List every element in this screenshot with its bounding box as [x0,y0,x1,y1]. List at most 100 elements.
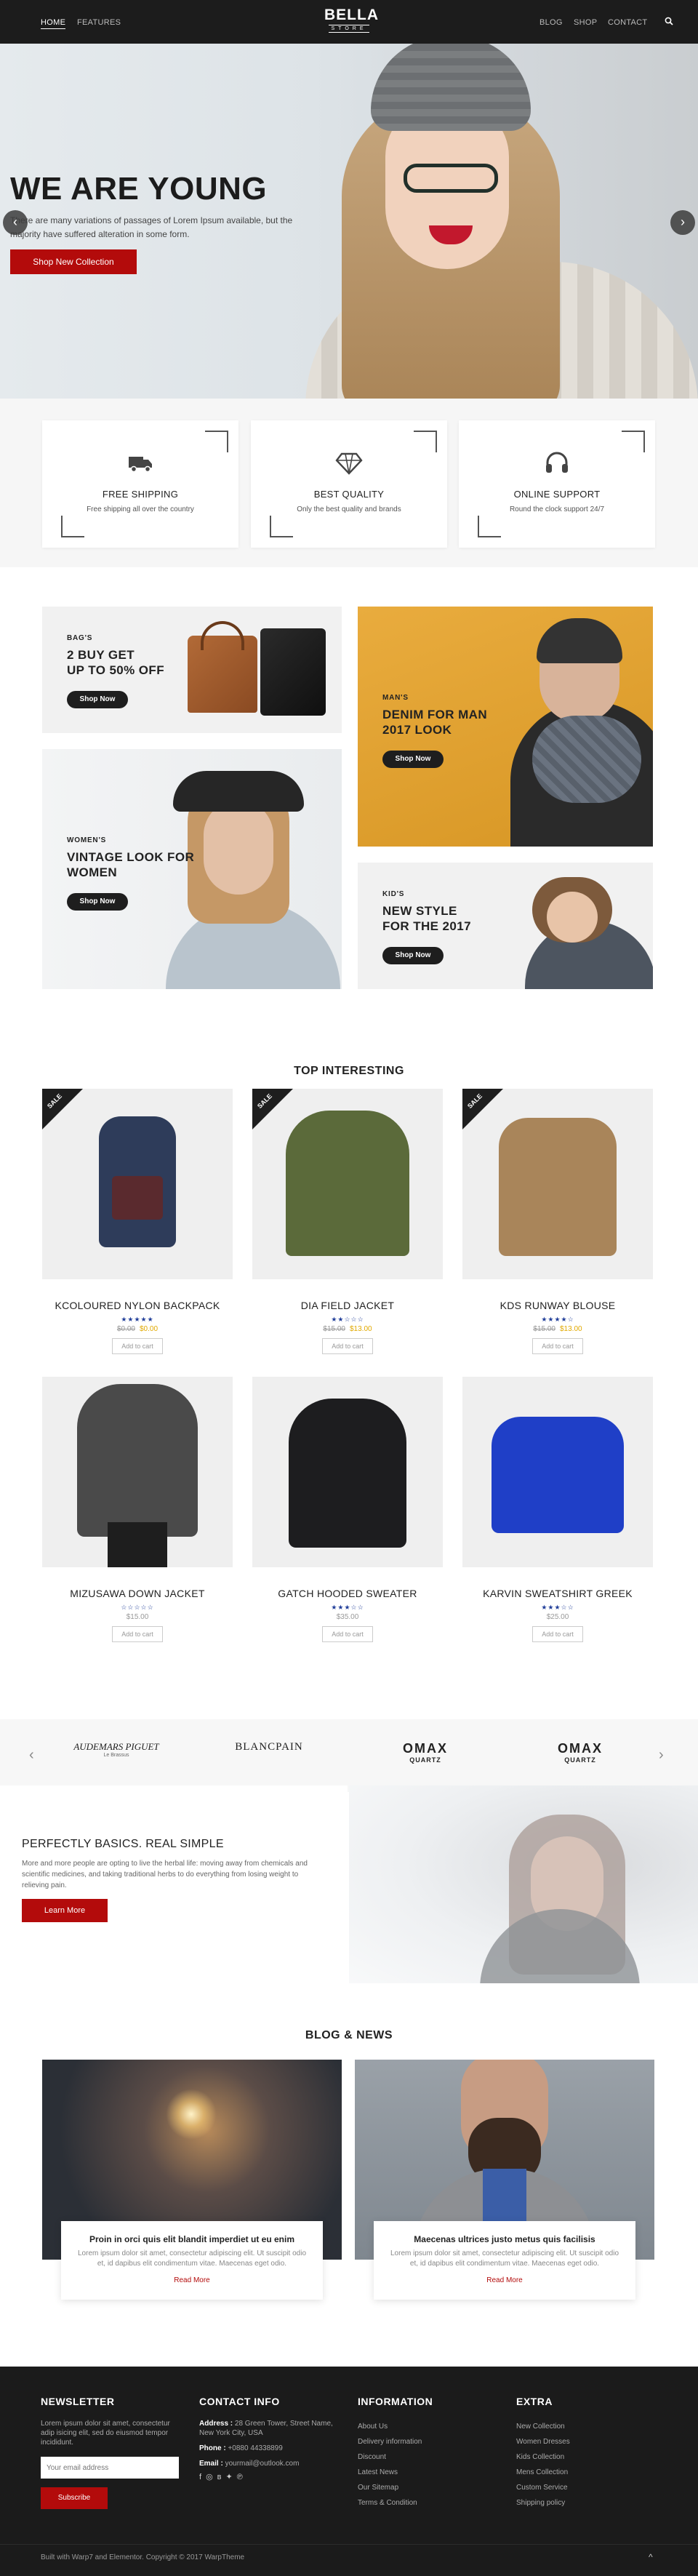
banner-kids[interactable]: KID'S NEW STYLE FOR THE 2017 Shop Now [358,863,653,989]
footer-link[interactable]: Delivery information [358,2434,422,2449]
product-price: $35.00 [252,1613,443,1621]
blog-post[interactable]: Proin in orci quis elit blandit imperdie… [42,2060,342,2300]
old-price: $15.00 [533,1325,555,1333]
newsletter-text: Lorem ipsum dolor sit amet, consectetur … [41,2420,170,2447]
truck-icon [129,457,152,473]
corner-decoration [622,431,645,452]
add-to-cart-button[interactable]: Add to cart [322,1338,373,1354]
product-name[interactable]: MIZUSAWA DOWN JACKET [42,1588,233,1599]
footer-link[interactable]: Our Sitemap [358,2480,422,2495]
twitter-icon[interactable]: ✦ [226,2473,237,2481]
footer-link[interactable]: Discount [358,2449,422,2465]
brand-logo[interactable]: OMAX QUARTZ [382,1741,469,1764]
shop-now-button[interactable]: Shop Now [382,751,444,768]
blog-post-card: Proin in orci quis elit blandit imperdie… [61,2221,323,2300]
footer-link[interactable]: New Collection [516,2419,570,2434]
product-price: $25.00 [462,1613,653,1621]
star-rating-icon: ★★☆☆☆ [331,1316,364,1323]
banner-bags[interactable]: BAG'S 2 BUY GET UP TO 50% OFF Shop Now [42,607,342,733]
contact-info: Address : 28 Green Tower, Street Name, N… [199,2419,345,2482]
about-text: More and more people are opting to live … [22,1860,308,1889]
footer-link[interactable]: Women Dresses [516,2434,570,2449]
regular-price: $15.00 [126,1613,149,1621]
add-to-cart-button[interactable]: Add to cart [532,1338,583,1354]
slider-next-arrow-icon[interactable]: › [670,210,695,235]
sale-badge [42,1089,83,1129]
instagram-icon[interactable]: ◎ [206,2473,217,2481]
women-hat [173,771,304,812]
about-title: PERFECTLY BASICS. REAL SIMPLE [22,1838,224,1850]
read-more-link[interactable]: Read More [374,2276,635,2284]
add-to-cart-button[interactable]: Add to cart [532,1626,583,1642]
product-name[interactable]: KDS RUNWAY BLOUSE [462,1300,653,1311]
email-value[interactable]: yourmail@outlook.com [225,2460,300,2468]
product-image[interactable] [252,1377,443,1567]
nav-features[interactable]: FEATURES [77,18,121,27]
footer-link[interactable]: About Us [358,2419,422,2434]
product-name[interactable]: DIA FIELD JACKET [252,1300,443,1311]
banner-subtitle: BAG'S [67,634,93,642]
blog-post-title[interactable]: Maecenas ultrices justo metus quis facil… [374,2234,635,2244]
banner-women[interactable]: WOMEN'S VINTAGE LOOK FOR WOMEN Shop Now [42,749,342,989]
newsletter-email-input[interactable] [41,2457,179,2479]
product-name[interactable]: KCOLOURED NYLON BACKPACK [42,1300,233,1311]
shop-new-collection-button[interactable]: Shop New Collection [10,249,137,274]
feature-best-quality: BEST QUALITY Only the best quality and b… [251,420,447,548]
blog-post-excerpt: Lorem ipsum dolor sit amet, consectetur … [390,2249,619,2268]
man-beanie [537,618,622,663]
banner-man[interactable]: MAN'S DENIM FOR MAN 2017 LOOK Shop Now [358,607,653,847]
nav-home[interactable]: HOME [41,18,66,29]
pinterest-icon[interactable]: ℗ [237,2473,247,2481]
footer-link[interactable]: Latest News [358,2465,422,2480]
newsletter-title: NEWSLETTER [41,2396,115,2407]
brand-logo[interactable]: BLANCPAIN [225,1741,313,1753]
logo-main: BELLA [324,7,379,23]
footer-link[interactable]: Shipping policy [516,2495,570,2511]
add-to-cart-button[interactable]: Add to cart [112,1626,163,1642]
behance-icon[interactable]: ʙ [217,2473,226,2481]
shop-now-button[interactable]: Shop Now [382,947,444,964]
shop-now-button[interactable]: Shop Now [67,893,128,911]
address-label: Address : [199,2420,233,2428]
blog-post-title[interactable]: Proin in orci quis elit blandit imperdie… [61,2234,323,2244]
women-face [204,800,273,895]
footer-link[interactable]: Mens Collection [516,2465,570,2480]
sale-price: $0.00 [140,1325,159,1333]
sale-price: $13.00 [560,1325,582,1333]
search-icon[interactable] [665,16,673,29]
logo[interactable]: BELLA STORE [324,7,379,33]
add-to-cart-button[interactable]: Add to cart [322,1626,373,1642]
product-image[interactable] [42,1377,233,1567]
extra-title: EXTRA [516,2396,553,2407]
nav-contact[interactable]: CONTACT [608,18,647,27]
product-price: $15.00 $13.00 [252,1325,443,1333]
nav-blog[interactable]: BLOG [539,18,563,27]
add-to-cart-button[interactable]: Add to cart [112,1338,163,1354]
nav-shop[interactable]: SHOP [574,18,597,27]
product-name[interactable]: KARVIN SWEATSHIRT GREEK [462,1588,653,1599]
blog-post[interactable]: Maecenas ultrices justo metus quis facil… [355,2060,654,2300]
brand-name: BLANCPAIN [235,1741,303,1753]
footer-link[interactable]: Custom Service [516,2480,570,2495]
footer-link[interactable]: Kids Collection [516,2449,570,2465]
subscribe-button[interactable]: Subscribe [41,2487,108,2509]
brands-next-arrow-icon[interactable]: › [659,1747,664,1764]
learn-more-button[interactable]: Learn More [22,1899,108,1922]
star-rating-icon: ★★★☆☆ [541,1604,574,1611]
brand-logo[interactable]: OMAX QUARTZ [537,1741,624,1764]
slider-prev-arrow-icon[interactable]: ‹ [3,210,28,235]
product-name[interactable]: GATCH HOODED SWEATER [252,1588,443,1599]
back-to-top-icon[interactable]: ^ [649,2552,653,2562]
read-more-link[interactable]: Read More [61,2276,323,2284]
feature-title: BEST QUALITY [313,489,385,500]
product-image[interactable] [462,1377,653,1567]
hero-text: There are many variations of passages of… [10,215,293,239]
brands-prev-arrow-icon[interactable]: ‹ [29,1747,34,1764]
shop-now-button[interactable]: Shop Now [67,691,128,708]
corner-decoration [414,431,437,452]
footer-link[interactable]: Terms & Condition [358,2495,422,2511]
brand-logo[interactable]: AUDEMARS PIGUET Le Brassus [73,1741,160,1758]
about-image [349,1785,698,1983]
information-links: About Us Delivery information Discount L… [358,2419,422,2511]
facebook-icon[interactable]: f [199,2473,206,2481]
